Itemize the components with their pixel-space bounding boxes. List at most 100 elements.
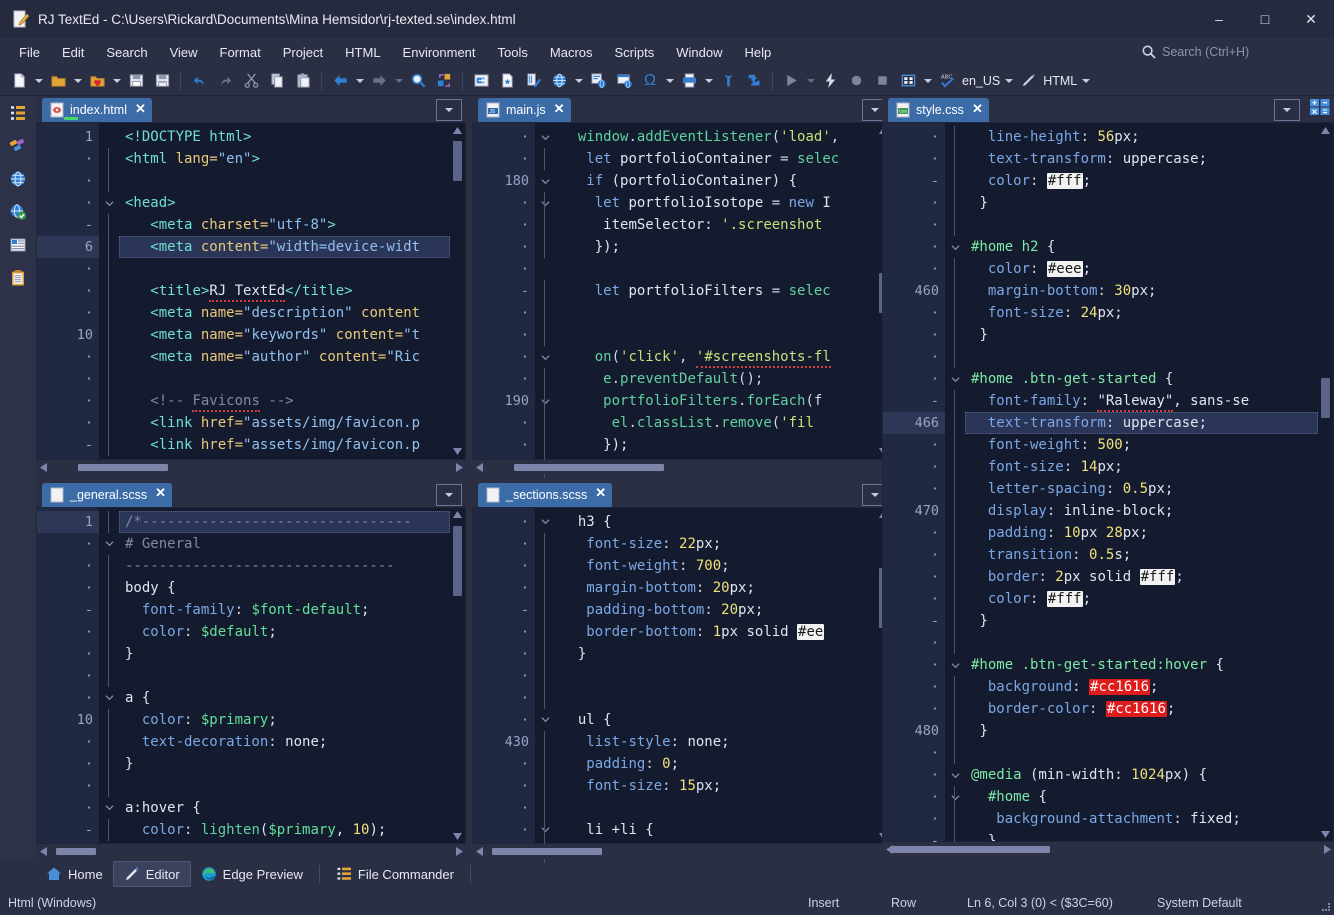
stop-icon[interactable] [869,68,895,94]
fold-marker[interactable] [535,819,555,841]
fold-marker[interactable] [945,148,965,170]
fold-marker[interactable] [535,621,555,643]
code-line[interactable] [119,368,450,390]
code-line[interactable]: padding: 0; [555,753,876,775]
code-line[interactable]: font-weight: 700; [555,555,876,577]
tools-icon[interactable] [715,68,741,94]
code-line[interactable] [555,324,876,346]
fold-marker[interactable] [535,412,555,434]
fold-marker[interactable] [945,522,965,544]
code-line[interactable] [965,214,1318,236]
code-line[interactable]: } [965,324,1318,346]
code-line[interactable]: ul { [555,709,876,731]
code-line[interactable] [965,632,1318,654]
spellcheck-language-label[interactable]: en_US [960,74,1002,88]
fold-marker[interactable] [99,148,119,170]
fold-marker[interactable] [99,709,119,731]
code-line[interactable]: border-color: #cc1616; [965,698,1318,720]
horizontal-scrollbar[interactable] [36,844,466,859]
code-line[interactable]: on('click', '#screenshots-fl [555,346,876,368]
fold-marker[interactable] [99,236,119,258]
fold-marker[interactable] [535,302,555,324]
code-line[interactable]: color: #fff; [965,588,1318,610]
compile-icon[interactable] [817,68,843,94]
fold-marker[interactable] [945,610,965,632]
syntax-label[interactable]: HTML [1041,74,1079,88]
fold-column[interactable] [535,123,555,459]
code-line[interactable]: } [965,720,1318,742]
code-line[interactable]: font-weight: 500; [965,434,1318,456]
fold-marker[interactable] [535,258,555,280]
fold-marker[interactable] [945,412,965,434]
undo-icon[interactable] [186,68,212,94]
tab-general-scss[interactable]: _general.scss ✕ [42,483,172,507]
fold-marker[interactable] [99,731,119,753]
code-line[interactable]: let portfolioIsotope = new I [555,192,876,214]
code-line[interactable]: padding: 10px 28px; [965,522,1318,544]
syntax-dropdown-icon[interactable] [1079,68,1092,94]
fold-marker[interactable] [535,797,555,819]
fold-marker[interactable] [945,808,965,830]
code-line[interactable]: #home { [965,786,1318,808]
code-line[interactable]: #home h2 { [965,236,1318,258]
menu-item-macros[interactable]: Macros [539,41,604,64]
horizontal-scrollbar[interactable] [882,842,1334,857]
run-icon[interactable] [778,68,804,94]
code-line[interactable]: h3 { [555,511,876,533]
fold-marker[interactable] [535,687,555,709]
code-line[interactable]: display: inline-block; [965,500,1318,522]
fold-marker[interactable] [945,214,965,236]
code-line[interactable]: <link href="assets/img/favicon.p [119,412,450,434]
fold-marker[interactable] [945,258,965,280]
code-line[interactable] [555,258,876,280]
table-icon[interactable] [895,68,921,94]
open-folder-dropdown-icon[interactable] [71,68,84,94]
fold-marker[interactable] [99,170,119,192]
code-line[interactable]: background-attachment: fixed; [965,808,1318,830]
fold-marker[interactable] [535,709,555,731]
fold-marker[interactable] [945,368,965,390]
fold-column[interactable] [99,508,119,844]
code-line[interactable]: text-decoration: none; [119,731,450,753]
fold-marker[interactable] [99,753,119,775]
back-dropdown-icon[interactable] [353,68,366,94]
menu-item-view[interactable]: View [159,41,209,64]
minimize-button[interactable]: – [1196,0,1242,38]
fold-marker[interactable] [99,687,119,709]
code-line[interactable]: } [965,192,1318,214]
code-line[interactable] [965,346,1318,368]
code-line[interactable]: }); [555,236,876,258]
fold-marker[interactable] [99,258,119,280]
fold-marker[interactable] [99,302,119,324]
fold-marker[interactable] [945,544,965,566]
code-area[interactable]: window.addEventListener('load', let port… [555,123,876,459]
special-char-dropdown-icon[interactable] [663,68,676,94]
code-line[interactable]: color: #eee; [965,258,1318,280]
run-dropdown-icon[interactable] [804,68,817,94]
project-icon[interactable] [7,234,29,256]
tab-list-dropdown-icon[interactable] [1274,99,1300,121]
fold-marker[interactable] [535,577,555,599]
preview-frame-icon[interactable] [611,68,637,94]
editor-index-html[interactable]: 1···-6···10····- <!DOCTYPE html><html la… [36,122,466,460]
code-line[interactable]: /*-------------------------------- [119,511,450,533]
code-line[interactable]: <head> [119,192,450,214]
code-line[interactable]: transition: 0.5s; [965,544,1318,566]
menu-item-project[interactable]: Project [272,41,334,64]
fold-marker[interactable] [99,390,119,412]
fold-marker[interactable] [535,368,555,390]
fold-marker[interactable] [535,346,555,368]
new-file-icon[interactable] [6,68,32,94]
code-line[interactable]: <meta name="keywords" content="t [119,324,450,346]
file-explorer-icon[interactable] [7,102,29,124]
code-line[interactable]: margin-bottom: 20px; [555,577,876,599]
web-preview-icon[interactable] [546,68,572,94]
code-line[interactable]: } [965,830,1318,841]
fold-marker[interactable] [945,676,965,698]
code-line[interactable]: background: #cc1616; [965,676,1318,698]
vertical-scroll-thumb[interactable] [1321,378,1330,418]
code-line[interactable]: if (portfolioContainer) { [555,170,876,192]
code-line[interactable]: border: 2px solid #fff; [965,566,1318,588]
fold-marker[interactable] [535,214,555,236]
fold-marker[interactable] [945,126,965,148]
